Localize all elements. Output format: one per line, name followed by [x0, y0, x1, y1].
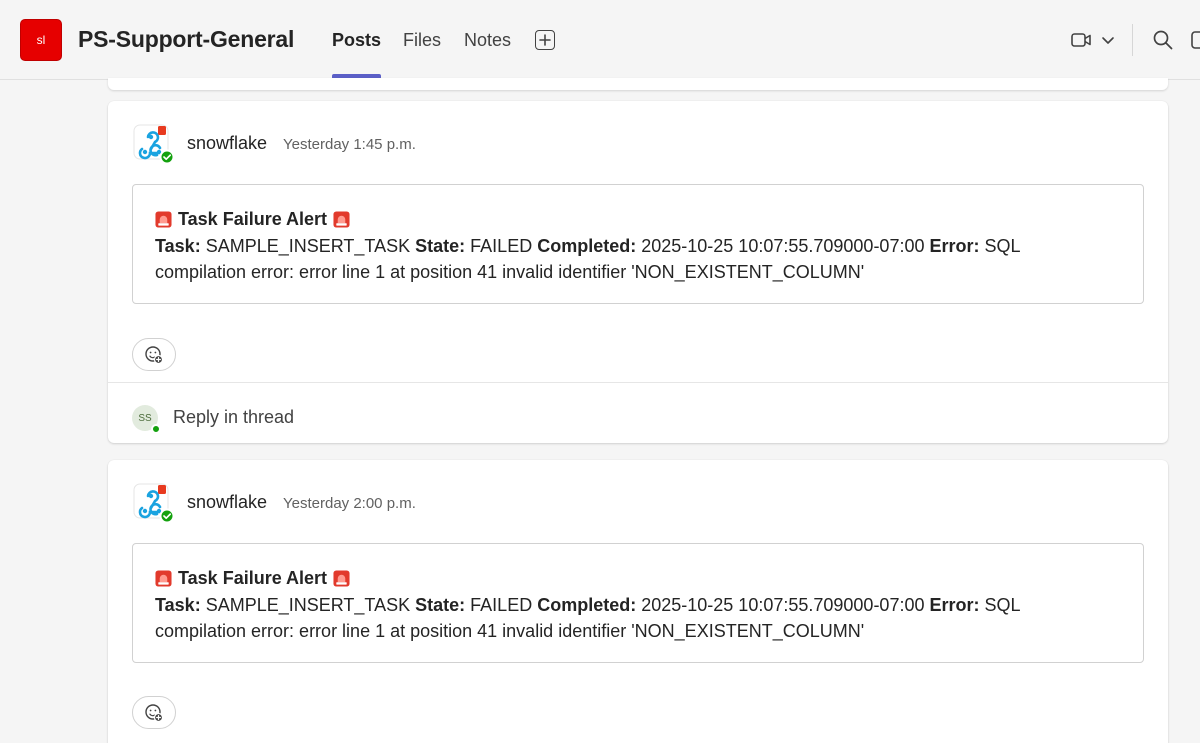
more-icon — [1191, 31, 1200, 49]
alert-title-text: Task Failure Alert — [178, 568, 328, 588]
previous-post-card — [108, 78, 1168, 90]
alert-message-card: Task Failure Alert Task: SAMPLE_INSERT_T… — [132, 543, 1144, 663]
reply-divider — [108, 382, 1168, 383]
presence-available-icon — [151, 424, 161, 434]
more-button[interactable] — [1190, 30, 1200, 50]
channel-header: sl PS-Support-General Posts Files Notes — [0, 0, 1200, 80]
user-avatar-initials: SS — [138, 412, 152, 424]
add-reaction-button[interactable] — [132, 338, 176, 371]
add-reaction-button[interactable] — [132, 696, 176, 729]
alert-title: Task Failure Alert — [155, 568, 350, 589]
plus-square-icon — [539, 34, 551, 46]
chevron-down-icon — [1102, 37, 1114, 44]
search-button[interactable] — [1151, 28, 1175, 52]
rotating-light-icon — [155, 570, 172, 587]
add-tab-button[interactable] — [535, 30, 555, 50]
post-card: snowflake Yesterday 2:00 p.m. Task Failu… — [108, 460, 1168, 743]
post-author[interactable]: snowflake — [187, 133, 267, 154]
tab-notes[interactable]: Notes — [464, 30, 511, 51]
post-card: snowflake Yesterday 1:45 p.m. Task Failu… — [108, 101, 1168, 443]
post-timestamp: Yesterday 2:00 p.m. — [283, 495, 416, 512]
alert-title: Task Failure Alert — [155, 209, 350, 230]
webhook-bot-avatar[interactable] — [132, 123, 176, 167]
rotating-light-icon — [155, 211, 172, 228]
emoji-add-icon — [145, 345, 164, 364]
team-avatar[interactable]: sl — [20, 19, 62, 61]
channel-title: PS-Support-General — [78, 26, 295, 52]
post-author[interactable]: snowflake — [187, 492, 267, 513]
post-timestamp: Yesterday 1:45 p.m. — [283, 136, 416, 153]
search-icon — [1153, 30, 1173, 50]
webhook-bot-avatar[interactable] — [132, 482, 176, 526]
user-avatar: SS — [132, 405, 161, 434]
video-camera-icon — [1071, 33, 1091, 47]
emoji-add-icon — [145, 703, 164, 722]
tab-posts[interactable]: Posts — [332, 30, 381, 51]
header-divider — [1132, 24, 1133, 56]
tab-files[interactable]: Files — [403, 30, 441, 51]
reply-in-thread-button[interactable]: Reply in thread — [173, 407, 294, 428]
alert-body: Task: SAMPLE_INSERT_TASK State: FAILED C… — [155, 595, 1020, 641]
meet-button[interactable] — [1068, 28, 1120, 52]
alert-title-text: Task Failure Alert — [178, 209, 328, 229]
alert-body: Task: SAMPLE_INSERT_TASK State: FAILED C… — [155, 236, 1020, 282]
rotating-light-icon — [333, 570, 350, 587]
rotating-light-icon — [333, 211, 350, 228]
alert-message-card: Task Failure Alert Task: SAMPLE_INSERT_T… — [132, 184, 1144, 304]
